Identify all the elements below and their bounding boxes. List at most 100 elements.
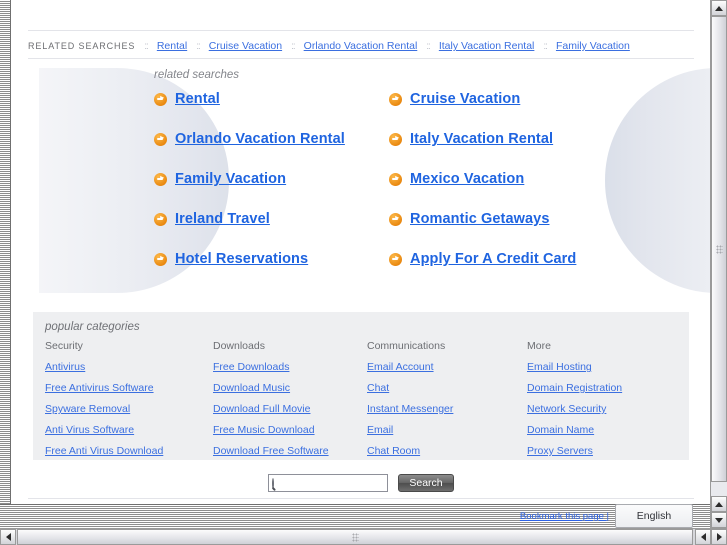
- horizontal-scrollbar[interactable]: [0, 528, 727, 545]
- nav-separator: ::: [196, 40, 200, 52]
- nav-separator: ::: [144, 40, 148, 52]
- list-item[interactable]: Cruise Vacation: [389, 90, 624, 108]
- category-link[interactable]: Spyware Removal: [45, 403, 213, 415]
- nav-separator: ::: [543, 40, 547, 52]
- triangle-up-icon: [715, 501, 723, 507]
- category-link[interactable]: Chat Room: [367, 445, 527, 457]
- arrow-circle-icon: [154, 132, 167, 146]
- category-link[interactable]: Download Music: [213, 382, 367, 394]
- related-search-link[interactable]: Cruise Vacation: [410, 91, 520, 107]
- category-link[interactable]: Domain Registration: [527, 382, 679, 394]
- list-item[interactable]: Ireland Travel: [154, 210, 389, 228]
- arrow-circle-icon: [389, 132, 402, 146]
- nav-link-cruise-vacation[interactable]: Cruise Vacation: [209, 40, 282, 52]
- category-heading: Communications: [367, 340, 446, 352]
- related-search-link[interactable]: Italy Vacation Rental: [410, 131, 553, 147]
- related-searches-nav: RELATED SEARCHES :: Rental :: Cruise Vac…: [28, 36, 694, 56]
- category-link[interactable]: Free Antivirus Software: [45, 382, 213, 394]
- category-heading: Downloads: [213, 340, 265, 352]
- category-link[interactable]: Free Downloads: [213, 361, 367, 373]
- vertical-scroll-track[interactable]: [711, 16, 727, 496]
- category-link[interactable]: Download Free Software: [213, 445, 367, 457]
- arrow-circle-icon: [389, 92, 402, 106]
- related-search-link[interactable]: Family Vacation: [175, 171, 286, 187]
- search-input[interactable]: [274, 476, 412, 490]
- grip-icon: [351, 532, 359, 542]
- list-item[interactable]: Rental: [154, 90, 389, 108]
- category-link[interactable]: Email Hosting: [527, 361, 679, 373]
- related-search-link[interactable]: Ireland Travel: [175, 211, 270, 227]
- triangle-down-icon: [715, 517, 723, 523]
- category-link[interactable]: Network Security: [527, 403, 679, 415]
- triangle-left-icon: [5, 533, 11, 541]
- category-column-more: More Email Hosting Domain Registration N…: [527, 340, 679, 466]
- related-search-link[interactable]: Orlando Vacation Rental: [175, 131, 345, 147]
- category-link[interactable]: Free Anti Virus Download: [45, 445, 213, 457]
- related-search-link[interactable]: Hotel Reservations: [175, 251, 308, 267]
- magnifier-icon: [272, 477, 274, 489]
- scroll-up-button[interactable]: [711, 0, 727, 16]
- nav-link-rental[interactable]: Rental: [157, 40, 187, 52]
- category-link[interactable]: Download Full Movie: [213, 403, 367, 415]
- popular-categories-panel: popular categories Security Antivirus Fr…: [33, 312, 689, 460]
- category-link[interactable]: Email: [367, 424, 527, 436]
- category-heading: More: [527, 340, 551, 352]
- arrow-circle-icon: [389, 172, 402, 186]
- related-search-link[interactable]: Apply For A Credit Card: [410, 251, 576, 267]
- list-item[interactable]: Family Vacation: [154, 170, 389, 188]
- list-item[interactable]: Romantic Getaways: [389, 210, 624, 228]
- arrow-circle-icon: [389, 252, 402, 266]
- list-item[interactable]: Hotel Reservations: [154, 250, 389, 268]
- category-link[interactable]: Email Account: [367, 361, 527, 373]
- list-item[interactable]: Italy Vacation Rental: [389, 130, 624, 148]
- nav-link-family-vacation[interactable]: Family Vacation: [556, 40, 630, 52]
- window-left-edge: [0, 0, 11, 528]
- arrow-circle-icon: [389, 212, 402, 226]
- category-link[interactable]: Instant Messenger: [367, 403, 527, 415]
- related-searches-grid: Rental Cruise Vacation Orlando Vacation …: [154, 90, 634, 268]
- search-row: Search: [11, 474, 711, 492]
- related-search-link[interactable]: Rental: [175, 91, 220, 107]
- category-link[interactable]: Chat: [367, 382, 527, 394]
- scroll-right-button[interactable]: [711, 529, 727, 545]
- triangle-up-icon: [715, 5, 723, 11]
- nav-separator: ::: [291, 40, 295, 52]
- triangle-left-icon: [700, 533, 706, 541]
- page-viewport: RELATED SEARCHES :: Rental :: Cruise Vac…: [11, 0, 711, 504]
- category-link[interactable]: Free Music Download: [213, 424, 367, 436]
- search-field[interactable]: [268, 474, 412, 492]
- category-column-downloads: Downloads Free Downloads Download Music …: [213, 340, 367, 466]
- related-search-link[interactable]: Mexico Vacation: [410, 171, 524, 187]
- divider-bottom: [28, 498, 694, 499]
- horizontal-scroll-thumb[interactable]: [17, 529, 693, 545]
- triangle-right-icon: [716, 533, 722, 541]
- nav-link-italy-vacation-rental[interactable]: Italy Vacation Rental: [439, 40, 535, 52]
- scroll-up-button-secondary[interactable]: [711, 496, 727, 512]
- category-column-communications: Communications Email Account Chat Instan…: [367, 340, 527, 466]
- arrow-circle-icon: [154, 212, 167, 226]
- arrow-circle-icon: [154, 172, 167, 186]
- related-search-link[interactable]: Romantic Getaways: [410, 211, 550, 227]
- divider-under-nav: [28, 58, 694, 59]
- nav-link-orlando-vacation-rental[interactable]: Orlando Vacation Rental: [304, 40, 418, 52]
- scroll-down-button[interactable]: [711, 512, 727, 528]
- scroll-left-button[interactable]: [0, 529, 16, 545]
- nav-separator: ::: [426, 40, 430, 52]
- category-link[interactable]: Anti Virus Software: [45, 424, 213, 436]
- vertical-scroll-thumb[interactable]: [711, 16, 727, 482]
- popular-categories-columns: Security Antivirus Free Antivirus Softwa…: [45, 340, 679, 466]
- category-link[interactable]: Proxy Servers: [527, 445, 679, 457]
- vertical-scrollbar[interactable]: [710, 0, 727, 528]
- popular-categories-title: popular categories: [45, 321, 140, 333]
- scroll-left-button-secondary[interactable]: [695, 529, 711, 545]
- category-column-security: Security Antivirus Free Antivirus Softwa…: [45, 340, 213, 466]
- list-item[interactable]: Mexico Vacation: [389, 170, 624, 188]
- list-item[interactable]: Orlando Vacation Rental: [154, 130, 389, 148]
- list-item[interactable]: Apply For A Credit Card: [389, 250, 624, 268]
- arrow-circle-icon: [154, 92, 167, 106]
- bookmark-this-page-link[interactable]: Bookmark this page |: [520, 511, 609, 522]
- language-select[interactable]: English: [615, 504, 693, 528]
- category-link[interactable]: Antivirus: [45, 361, 213, 373]
- category-heading: Security: [45, 340, 83, 352]
- category-link[interactable]: Domain Name: [527, 424, 679, 436]
